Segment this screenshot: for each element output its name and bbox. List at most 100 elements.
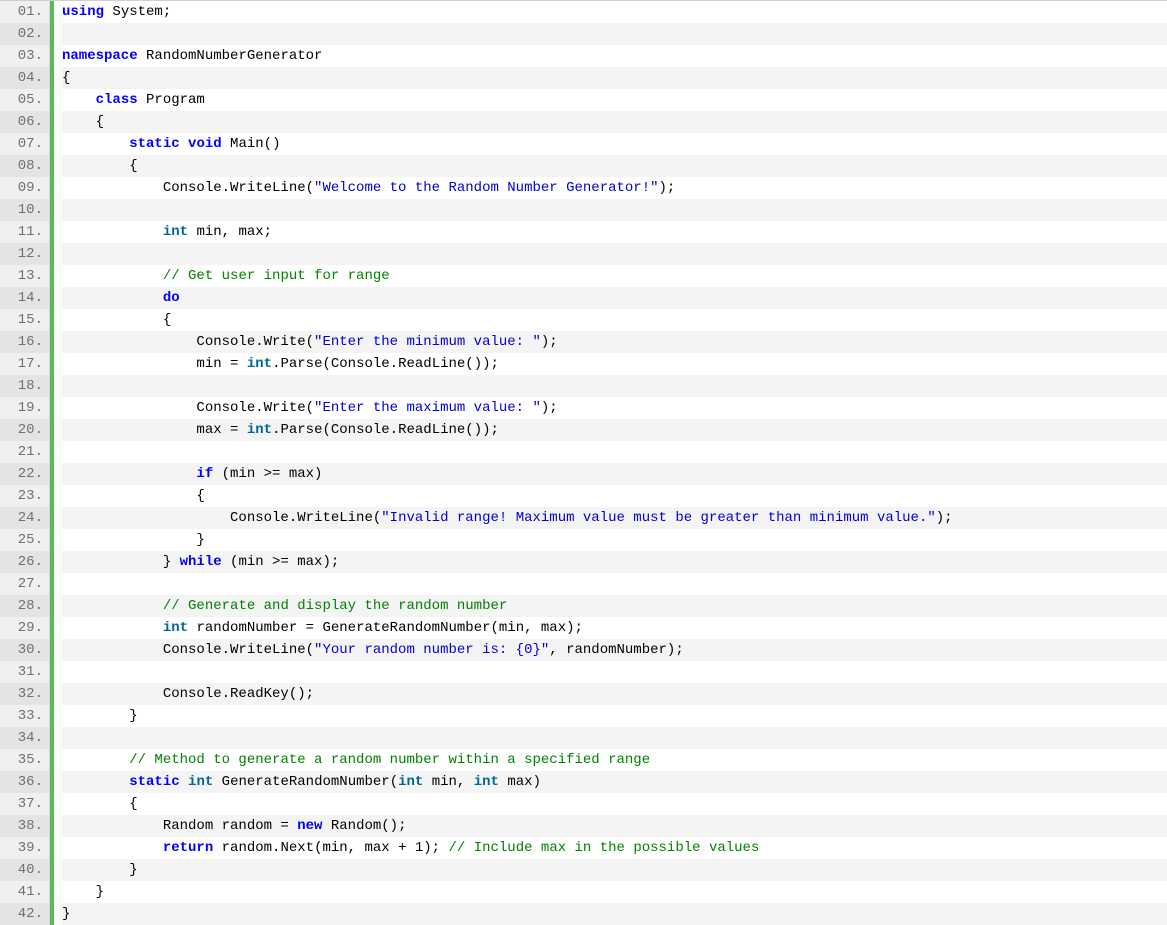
code-token [62,840,163,856]
line-number: 33. [0,705,49,727]
code-token: System; [104,4,171,20]
code-token: .Parse(Console.ReadLine()); [272,422,499,438]
code-line: int randomNumber = GenerateRandomNumber(… [62,617,1167,639]
code-token [180,136,188,152]
line-number: 28. [0,595,49,617]
code-token: ); [659,180,676,196]
code-line: { [62,485,1167,507]
code-token: "Enter the minimum value: " [314,334,541,350]
line-number: 38. [0,815,49,837]
code-token: do [163,290,180,306]
code-token: randomNumber = GenerateRandomNumber(min,… [188,620,583,636]
code-line: do [62,287,1167,309]
code-token [62,620,163,636]
line-number: 21. [0,441,49,463]
code-line: } [62,705,1167,727]
code-token: { [62,114,104,130]
code-token: min, max; [188,224,272,240]
line-number: 41. [0,881,49,903]
code-token: ); [541,400,558,416]
code-line [62,243,1167,265]
line-number: 34. [0,727,49,749]
code-token: int [474,774,499,790]
code-token: // Get user input for range [163,268,390,284]
code-token: while [180,554,222,570]
code-line: } [62,903,1167,925]
code-token: Random random = [62,818,297,834]
line-number: 08. [0,155,49,177]
code-token: } [62,708,138,724]
line-number: 36. [0,771,49,793]
code-token: "Your random number is: {0}" [314,642,549,658]
code-token: } [62,906,70,922]
code-line: { [62,155,1167,177]
code-line: if (min >= max) [62,463,1167,485]
line-number: 17. [0,353,49,375]
line-number: 30. [0,639,49,661]
code-line: // Get user input for range [62,265,1167,287]
line-number: 13. [0,265,49,287]
line-number: 19. [0,397,49,419]
line-number: 01. [0,1,49,23]
code-line [62,375,1167,397]
code-body: using System; namespace RandomNumberGener… [54,1,1167,925]
code-token: new [297,818,322,834]
code-token: int [188,774,213,790]
code-line: class Program [62,89,1167,111]
code-token [62,774,129,790]
code-token: min = [62,356,247,372]
code-token: Random(); [322,818,406,834]
line-number: 15. [0,309,49,331]
code-token: int [247,356,272,372]
code-token: int [398,774,423,790]
code-token: Console.Write( [62,400,314,416]
line-number: 39. [0,837,49,859]
code-token: "Welcome to the Random Number Generator!… [314,180,658,196]
code-token: void [188,136,222,152]
line-number-gutter: 01.02.03.04.05.06.07.08.09.10.11.12.13.1… [0,1,50,925]
code-line: // Generate and display the random numbe… [62,595,1167,617]
code-token [180,774,188,790]
code-line: Random random = new Random(); [62,815,1167,837]
code-token: int [163,224,188,240]
code-line: return random.Next(min, max + 1); // Inc… [62,837,1167,859]
line-number: 03. [0,45,49,67]
code-line: namespace RandomNumberGenerator [62,45,1167,67]
line-number: 02. [0,23,49,45]
code-token: static [129,136,179,152]
code-token [62,268,163,284]
code-line: { [62,309,1167,331]
line-number: 20. [0,419,49,441]
code-token [62,92,96,108]
code-token: Console.ReadKey(); [62,686,314,702]
code-line: } [62,859,1167,881]
code-token: using [62,4,104,20]
line-number: 25. [0,529,49,551]
code-token: if [196,466,213,482]
line-number: 24. [0,507,49,529]
code-token: max = [62,422,247,438]
code-token: { [62,312,171,328]
code-token: (min >= max); [222,554,340,570]
code-line: { [62,793,1167,815]
code-line: Console.Write("Enter the minimum value: … [62,331,1167,353]
code-line: Console.WriteLine("Welcome to the Random… [62,177,1167,199]
code-token: { [62,70,70,86]
line-number: 12. [0,243,49,265]
code-token: return [163,840,213,856]
line-number: 09. [0,177,49,199]
code-token: Program [138,92,205,108]
code-token: } [62,884,104,900]
code-token: min, [423,774,473,790]
code-line [62,199,1167,221]
code-line: max = int.Parse(Console.ReadLine()); [62,419,1167,441]
code-listing: 01.02.03.04.05.06.07.08.09.10.11.12.13.1… [0,0,1167,925]
code-token: namespace [62,48,138,64]
line-number: 05. [0,89,49,111]
line-number: 22. [0,463,49,485]
code-token [62,290,163,306]
code-token: (min >= max) [213,466,322,482]
code-line: Console.ReadKey(); [62,683,1167,705]
code-token: // Method to generate a random number wi… [129,752,650,768]
line-number: 37. [0,793,49,815]
